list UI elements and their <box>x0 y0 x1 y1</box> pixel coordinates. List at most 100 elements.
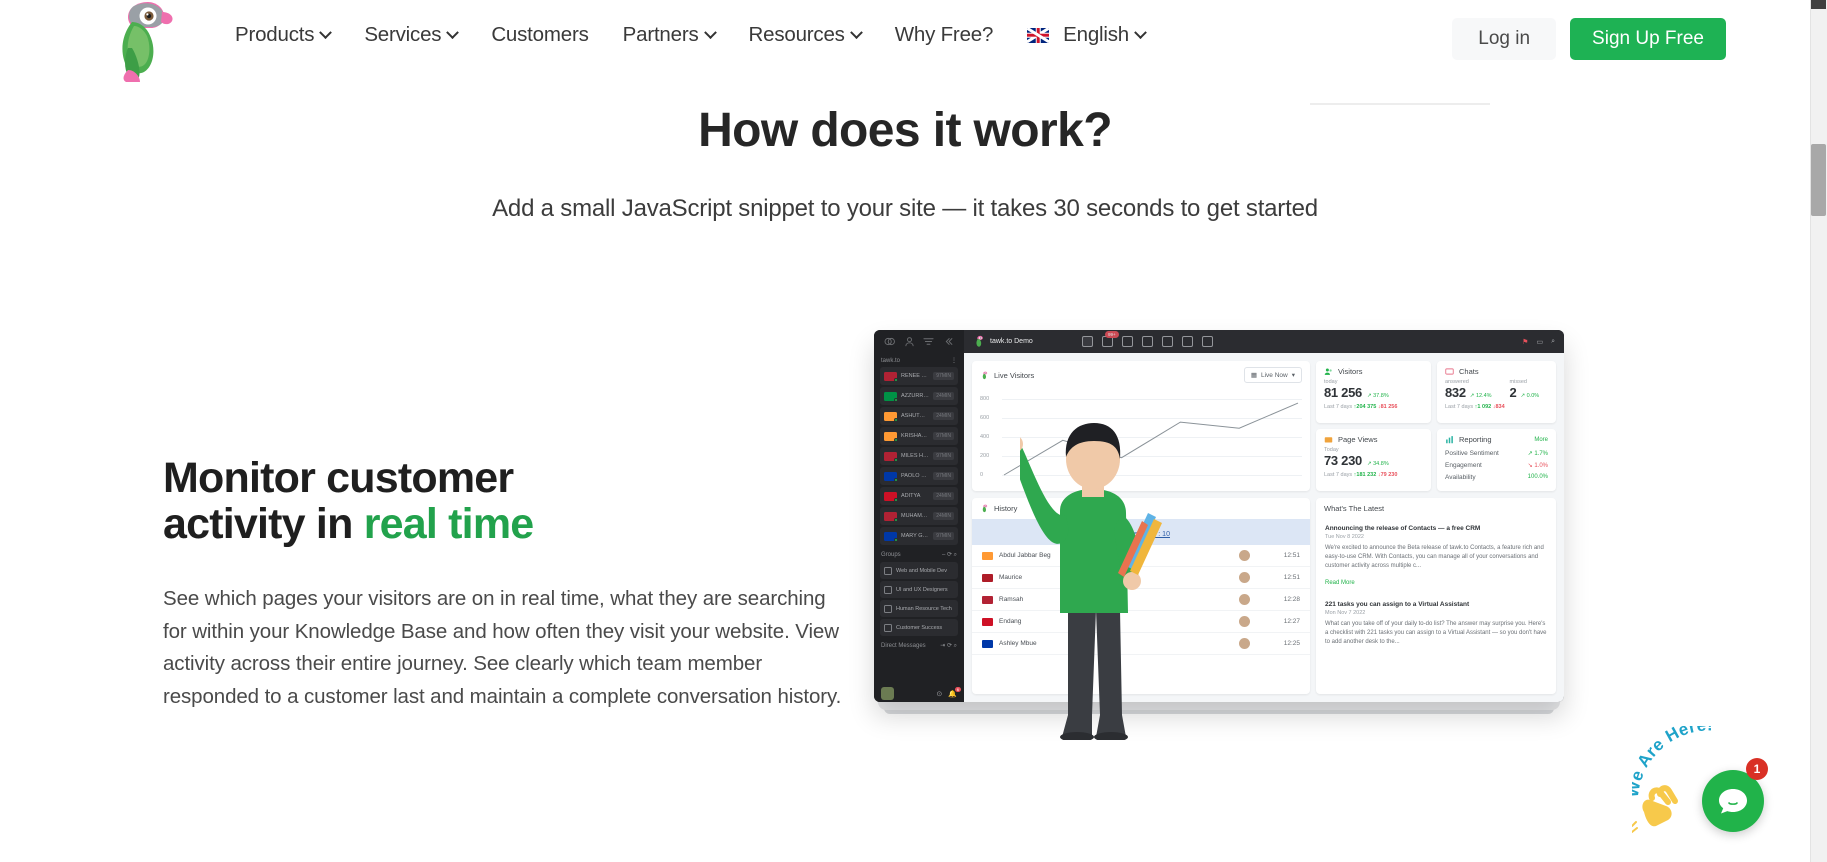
sidebar-footer: ⊙ 🔔 6 <box>874 686 964 700</box>
visitor-row[interactable]: AZZURRA VO... 24MIN <box>880 387 958 405</box>
message-time: 12:51 <box>1283 574 1300 581</box>
avatar <box>1239 594 1250 605</box>
signup-button[interactable]: Sign Up Free <box>1570 18 1726 60</box>
scrollbar-up-arrow[interactable] <box>1811 0 1826 9</box>
login-button[interactable]: Log in <box>1452 18 1557 60</box>
apps-icon[interactable] <box>1182 336 1193 347</box>
nav-item-services[interactable]: Services <box>347 22 474 48</box>
visitor-name: ASHUTOSH <box>901 413 930 419</box>
group-row[interactable]: UI and UX Designers <box>880 581 958 598</box>
calendar-icon: ▦ <box>1250 372 1257 379</box>
chevron-down-icon <box>1134 25 1147 39</box>
country-flag-icon <box>884 411 898 422</box>
date-range-label: Live Now <box>1261 371 1288 379</box>
visitor-row[interactable]: RENEE TAYLOR 97MIN <box>880 367 958 385</box>
pin-icon[interactable]: ⚑ <box>1522 338 1528 346</box>
group-icon <box>884 566 892 575</box>
reporting-label: Positive Sentiment <box>1445 449 1499 457</box>
language-selector[interactable]: English <box>1010 22 1162 48</box>
nav-item-why-free[interactable]: Why Free? <box>878 22 1010 48</box>
reporting-card: Reporting More Positive Sentiment ↗ 1.7% E… <box>1437 429 1556 491</box>
visitors-footer-down: ↓81 256 <box>1377 404 1398 410</box>
nav-label: Customers <box>491 23 589 46</box>
filter-icon[interactable] <box>923 336 934 347</box>
message-time: 12:51 <box>1283 552 1300 559</box>
visitor-time: 24MIN <box>933 392 954 400</box>
contacts-icon[interactable] <box>904 336 915 347</box>
bell-icon[interactable]: 🔔 6 <box>948 686 961 698</box>
dm-actions[interactable]: ⇥ ⟳ ⌕ <box>940 642 957 650</box>
visitors-value: 81 256 <box>1324 385 1362 400</box>
message-time: 12:28 <box>1283 596 1300 603</box>
site-header: Products Services Customers Partners Res… <box>0 0 1810 82</box>
search-icon[interactable]: ⌕ <box>1551 338 1555 346</box>
chats-icon[interactable] <box>884 336 896 347</box>
avatar[interactable] <box>881 687 894 700</box>
message-time: 12:25 <box>1283 640 1300 647</box>
nav-item-products[interactable]: Products <box>218 22 347 48</box>
group-name: Human Resource Tech <box>896 605 952 612</box>
visitor-row[interactable]: MARY GRACE... 97MIN <box>880 527 958 545</box>
page-title: How does it work? <box>698 104 1112 157</box>
visitors-footer-label: Last 7 days <box>1324 404 1353 410</box>
date-range-selector[interactable]: ▦ Live Now ▾ <box>1243 367 1302 383</box>
help-icon[interactable]: ⊙ <box>936 690 942 698</box>
nav-item-customers[interactable]: Customers <box>474 22 605 48</box>
chat-greeting-text: We Are Here! <box>1632 726 1713 799</box>
settings-icon[interactable] <box>1202 336 1213 347</box>
country-flag-icon <box>982 595 993 604</box>
visitor-row[interactable]: ADITYA 24MIN <box>880 487 958 505</box>
group-row[interactable]: Human Resource Tech <box>880 600 958 617</box>
avatar <box>1239 638 1250 649</box>
visitor-row[interactable]: KRISHAN KU... 97MIN <box>880 427 958 445</box>
country-flag-icon <box>884 491 898 502</box>
visitor-row[interactable]: PAOLO REME... 97MIN <box>880 467 958 485</box>
window-icon[interactable]: ▭ <box>1536 338 1543 346</box>
group-name: Web and Mobile Dev <box>896 567 947 574</box>
latest-title-wrap: What's The Latest <box>1324 504 1384 513</box>
knowledge-base-icon[interactable] <box>1142 336 1153 347</box>
chat-icon[interactable]: 99+ <box>1102 331 1119 347</box>
read-more-link[interactable]: Read More <box>1325 580 1355 586</box>
nav-label: Resources <box>748 23 845 46</box>
country-flag-icon <box>982 573 993 582</box>
collapse-icon[interactable] <box>943 336 954 347</box>
chat-badge: 99+ <box>1105 331 1119 338</box>
nav-item-partners[interactable]: Partners <box>606 22 732 48</box>
country-flag-icon <box>884 431 898 442</box>
reporting-icon <box>1446 436 1453 444</box>
reporting-value: ↘ 1.0% <box>1527 462 1548 469</box>
reporting-value: ↗ 1.7% <box>1527 450 1548 457</box>
nav-item-resources[interactable]: Resources <box>732 22 878 48</box>
visitor-row[interactable]: MUHAMMA...24MIN <box>880 507 958 525</box>
latest-item[interactable]: 221 tasks you can assign to a Virtual As… <box>1316 595 1556 653</box>
group-row[interactable]: Web and Mobile Dev <box>880 562 958 579</box>
page-scrollbar-track[interactable] <box>1810 0 1827 862</box>
visitors-delta: ↗ 37.8% <box>1366 393 1389 399</box>
contacts-icon[interactable] <box>1122 336 1133 347</box>
visitor-name: MILES HARVI... <box>901 453 929 459</box>
main-navigation: Products Services Customers Partners Res… <box>218 22 1162 48</box>
latest-item[interactable]: Announcing the release of Contacts — a f… <box>1316 519 1556 595</box>
chats-card: Chats answered 832 ↗ 12.4% missed 2 ↗ 0.… <box>1437 361 1556 423</box>
visitor-name: AZZURRA VO... <box>901 393 929 399</box>
visitor-row[interactable]: ASHUTOSH 24MIN <box>880 407 958 425</box>
chevron-down-icon <box>446 25 460 39</box>
ticketing-icon[interactable] <box>1162 336 1173 347</box>
tawkto-logo[interactable] <box>104 0 174 82</box>
visitor-name: KRISHAN KU... <box>901 433 929 439</box>
country-flag-icon <box>884 451 898 462</box>
workspace-brand[interactable]: tawk.to Demo <box>964 335 1082 348</box>
dashboard-frame: tawk.to ⋮ RENEE TAYLOR 97MIN AZZURRA VO...… <box>874 330 1564 702</box>
page-scrollbar-thumb[interactable] <box>1811 144 1826 216</box>
sidebar-menu-icon[interactable]: ⋮ <box>951 357 957 364</box>
visitors-footer: Last 7 days ↑204 375 ↓81 256 <box>1324 404 1423 410</box>
visitor-row[interactable]: MILES HARVI... 97MIN <box>880 447 958 465</box>
home-icon[interactable] <box>1082 336 1093 347</box>
reporting-row: Positive Sentiment ↗ 1.7% <box>1437 447 1556 459</box>
feature-heading-line2: activity in <box>163 500 364 548</box>
visitors-title: Visitors <box>1338 367 1363 376</box>
groups-actions[interactable]: – ⟳ ⌕ <box>942 551 957 559</box>
group-row[interactable]: Customer Success <box>880 619 958 636</box>
reporting-more-link[interactable]: More <box>1534 437 1548 443</box>
